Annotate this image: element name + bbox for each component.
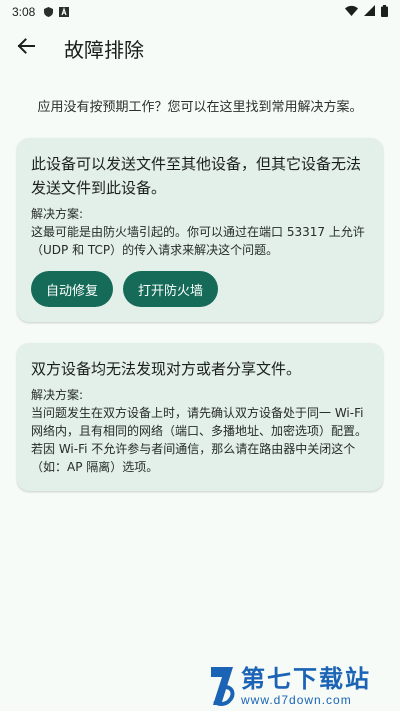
status-bar: 3:08: [0, 0, 400, 24]
shield-icon: [43, 7, 53, 17]
watermark-logo-icon: [207, 665, 237, 707]
troubleshoot-card-firewall: 此设备可以发送文件至其他设备，但其它设备无法发送文件到此设备。 解决方案: 这最…: [17, 138, 383, 322]
status-time: 3:08: [12, 5, 36, 19]
open-firewall-button[interactable]: 打开防火墙: [123, 271, 219, 307]
solution-label: 解决方案:: [31, 388, 84, 402]
font-icon: [59, 7, 70, 17]
arrow-left-icon: [17, 38, 35, 58]
status-right-group: [345, 4, 388, 20]
card-title: 此设备可以发送文件至其他设备，但其它设备无法发送文件到此设备。: [31, 155, 362, 197]
card-actions: 自动修复 打开防火墙: [31, 271, 369, 307]
watermark: 第七下载站 www.d7down.com: [207, 664, 397, 708]
battery-icon: [381, 4, 388, 20]
wifi-icon: [345, 5, 358, 19]
watermark-name: 第七下载站: [241, 665, 371, 693]
back-button[interactable]: [2, 24, 50, 72]
troubleshoot-card-discovery: 双方设备均无法发现对方或者分享文件。 解决方案: 当问题发生在双方设备上时，请先…: [17, 343, 383, 491]
app-bar: 故障排除: [0, 24, 400, 72]
solution-label: 解决方案:: [31, 207, 84, 221]
solution-text: 当问题发生在双方设备上时，请先确认双方设备处于同一 Wi-Fi 网络内，且有相同…: [31, 406, 368, 474]
intro-text: 应用没有按预期工作？您可以在这里找到常用解决方案。: [37, 100, 363, 115]
auto-fix-button[interactable]: 自动修复: [31, 271, 114, 307]
page-title: 故障排除: [64, 37, 144, 62]
solution-text: 这最可能是由防火墙引起的。你可以通过在端口 53317 上允许（UDP 和 TC…: [31, 225, 365, 257]
watermark-text: 第七下载站 www.d7down.com: [241, 665, 371, 707]
signal-icon: [364, 5, 375, 19]
card-title: 双方设备均无法发现对方或者分享文件。: [31, 360, 302, 378]
watermark-url: www.d7down.com: [241, 693, 352, 707]
